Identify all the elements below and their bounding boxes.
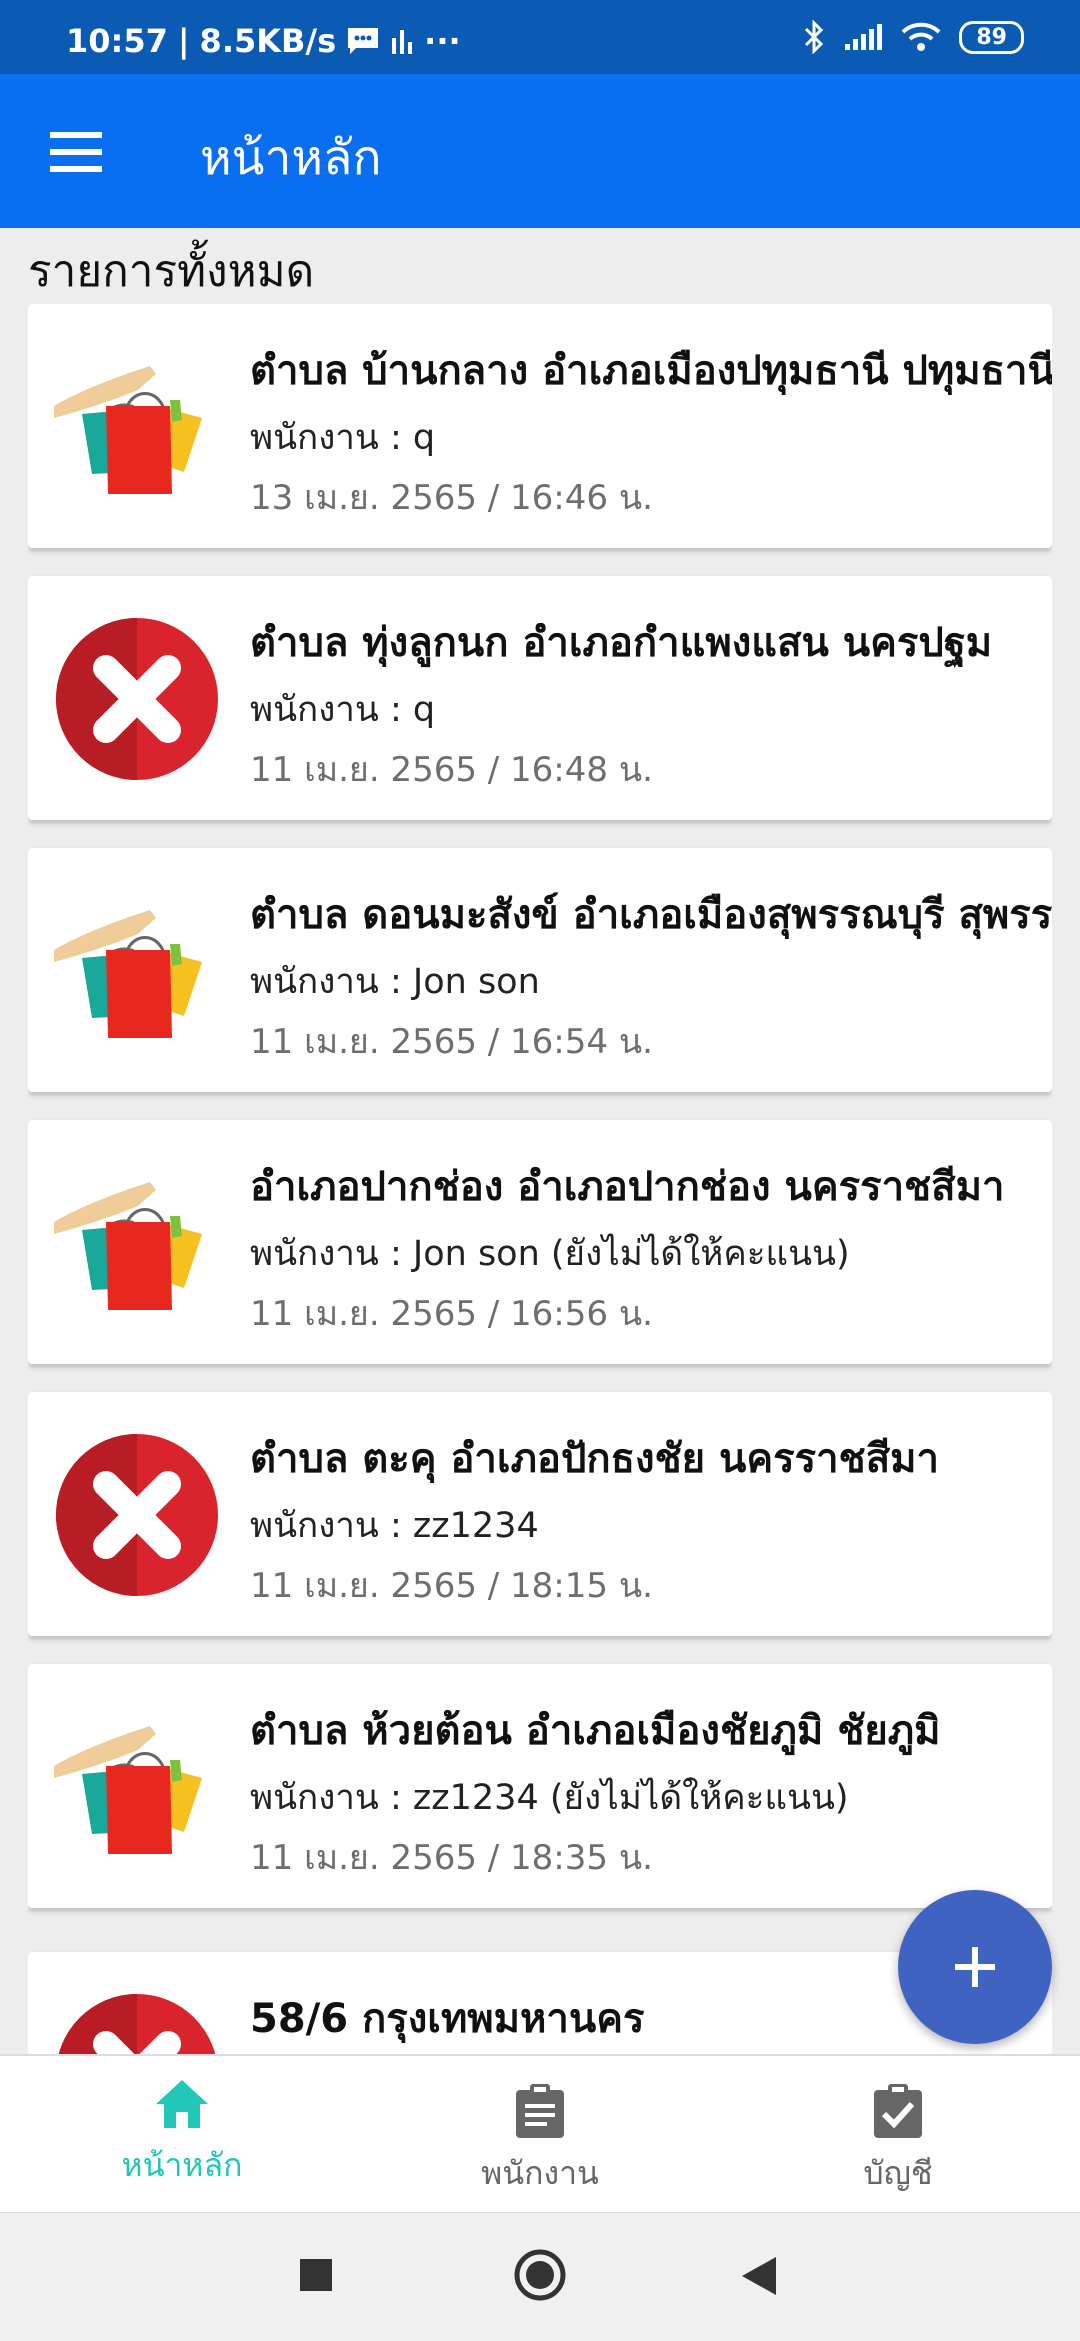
battery-indicator: 89 xyxy=(959,20,1024,54)
shopping-bags-icon xyxy=(54,1704,220,1870)
item-date: 11 เม.ย. 2565 / 16:48 น. xyxy=(250,750,653,790)
item-staff: พนักงาน : zz1234 (ยังไม่ได้ให้คะแนน) xyxy=(250,1778,849,1818)
nav-item-home[interactable]: หน้าหลัก xyxy=(62,2076,302,2191)
cancel-x-icon xyxy=(54,1992,220,2054)
square-icon xyxy=(300,2259,332,2291)
clipboard-icon xyxy=(516,2084,564,2138)
nav-item-account[interactable]: บัญชี xyxy=(778,2082,1018,2199)
bluetooth-icon xyxy=(805,20,824,54)
item-title: 58/6 กรุงเทพมหานคร xyxy=(250,1996,645,2042)
order-list[interactable]: ตำบล บ้านกลาง อำเภอเมืองปทุมธานี ปทุมธาน… xyxy=(28,304,1052,2054)
list-item-card[interactable]: ตำบล ตะคุ อำเภอปักธงชัย นครราชสีมา พนักง… xyxy=(28,1392,1052,1636)
wifi-icon xyxy=(901,22,941,51)
page-title: หน้าหลัก xyxy=(200,130,382,186)
network-speed: 8.5KB/s xyxy=(199,22,337,60)
shopping-bags-icon xyxy=(54,888,220,1054)
status-left: 10:57 | 8.5KB/s ··· xyxy=(66,22,461,60)
recents-button[interactable] xyxy=(300,2259,332,2291)
signal-icon xyxy=(845,24,883,50)
back-button[interactable] xyxy=(742,2257,778,2295)
cancel-x-icon xyxy=(54,1432,220,1598)
menu-button[interactable] xyxy=(40,116,112,188)
item-staff: พนักงาน : Jon son (ยังไม่ได้ให้คะแนน) xyxy=(250,1234,850,1274)
list-item-card[interactable]: ตำบล ห้วยต้อน อำเภอเมืองชัยภูมิ ชัยภูมิ … xyxy=(28,1664,1052,1908)
cancel-x-icon xyxy=(54,616,220,782)
plus-icon xyxy=(955,1947,995,1987)
nav-item-staff[interactable]: พนักงาน xyxy=(420,2082,660,2199)
item-date: 11 เม.ย. 2565 / 18:15 น. xyxy=(250,1566,653,1606)
system-navigation-bar xyxy=(0,2212,1080,2341)
more-notifications: ··· xyxy=(424,22,461,60)
app-bar: หน้าหลัก xyxy=(0,74,1080,228)
item-date: 11 เม.ย. 2565 / 16:54 น. xyxy=(250,1022,653,1062)
bottom-navigation: หน้าหลัก พนักงาน บัญชี xyxy=(0,2054,1080,2212)
item-title: อำเภอปากช่อง อำเภอปากช่อง นครราชสีมา xyxy=(250,1164,1005,1210)
home-icon xyxy=(156,2080,208,2128)
item-staff: พนักงาน : q xyxy=(250,418,436,458)
item-staff: พนักงาน : zz1234 xyxy=(250,1506,539,1546)
nav-label-account: บัญชี xyxy=(863,2154,933,2192)
nav-label-staff: พนักงาน xyxy=(481,2154,599,2192)
shopping-bags-icon xyxy=(54,1160,220,1326)
item-title: ตำบล ดอนมะสังข์ อำเภอเมืองสุพรรณบุรี สุพ… xyxy=(250,892,1052,938)
add-button[interactable] xyxy=(898,1890,1052,2044)
status-divider: | xyxy=(177,22,190,60)
list-item-card[interactable]: ตำบล ดอนมะสังข์ อำเภอเมืองสุพรรณบุรี สุพ… xyxy=(28,848,1052,1092)
item-staff: พนักงาน : Jon son xyxy=(250,962,540,1002)
status-right: 89 xyxy=(803,20,1024,54)
section-title: รายการทั้งหมด xyxy=(28,246,315,297)
list-item-card[interactable]: อำเภอปากช่อง อำเภอปากช่อง นครราชสีมา พนั… xyxy=(28,1120,1052,1364)
circle-icon xyxy=(514,2249,566,2301)
activity-icon xyxy=(392,30,413,54)
home-system-button[interactable] xyxy=(514,2249,566,2301)
status-time: 10:57 xyxy=(66,22,168,60)
item-title: ตำบล ห้วยต้อน อำเภอเมืองชัยภูมิ ชัยภูมิ xyxy=(250,1708,941,1754)
list-item-card[interactable]: ตำบล ทุ่งลูกนก อำเภอกำแพงแสน นครปฐม พนัก… xyxy=(28,576,1052,820)
item-title: ตำบล บ้านกลาง อำเภอเมืองปทุมธานี ปทุมธาน… xyxy=(250,348,1052,394)
item-staff: พนักงาน : q xyxy=(250,690,436,730)
back-triangle-icon xyxy=(742,2257,776,2295)
item-date: 11 เม.ย. 2565 / 16:56 น. xyxy=(250,1294,653,1334)
hamburger-menu-icon xyxy=(50,132,102,172)
nav-label-home: หน้าหลัก xyxy=(121,2146,243,2184)
item-title: ตำบล ทุ่งลูกนก อำเภอกำแพงแสน นครปฐม xyxy=(250,620,993,666)
clipboard-check-icon xyxy=(874,2084,922,2138)
item-title: ตำบล ตะคุ อำเภอปักธงชัย นครราชสีมา xyxy=(250,1436,939,1482)
item-date: 13 เม.ย. 2565 / 16:46 น. xyxy=(250,478,653,518)
shopping-bags-icon xyxy=(54,344,220,510)
message-icon xyxy=(348,28,379,54)
status-bar: 10:57 | 8.5KB/s ··· 89 xyxy=(0,0,1080,74)
list-item-card[interactable]: ตำบล บ้านกลาง อำเภอเมืองปทุมธานี ปทุมธาน… xyxy=(28,304,1052,548)
item-date: 11 เม.ย. 2565 / 18:35 น. xyxy=(250,1838,653,1878)
